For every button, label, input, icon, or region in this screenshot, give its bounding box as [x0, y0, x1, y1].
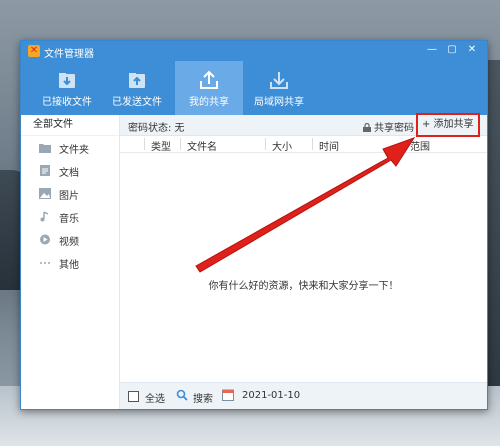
column-separator [144, 138, 145, 150]
tab-lan-share-label: 局域网共享 [254, 97, 304, 108]
tab-sent-files-label: 已发送文件 [112, 97, 162, 108]
search-icon[interactable] [176, 389, 188, 401]
column-time[interactable]: 时间 [319, 138, 339, 153]
sidebar-item-images[interactable]: 图片 [21, 182, 119, 205]
tab-received-files[interactable]: 已接收文件 [33, 61, 101, 115]
tab-received-files-label: 已接收文件 [42, 97, 92, 108]
sidebar-item-label: 音乐 [59, 214, 79, 225]
column-filename[interactable]: 文件名 [187, 138, 217, 153]
password-status: 密码状态: 无 [128, 123, 185, 134]
sidebar-item-label: 视频 [59, 237, 79, 248]
app-logo-icon: ✕ [28, 45, 40, 57]
share-password-button[interactable]: 共享密码 [363, 119, 414, 134]
tab-my-share-label: 我的共享 [189, 97, 229, 108]
search-button[interactable]: 搜索 [193, 390, 213, 405]
sidebar-item-all-files[interactable]: 全部文件 [21, 115, 119, 136]
sidebar-item-music[interactable]: 音乐 [21, 205, 119, 228]
share-password-label: 共享密码 [374, 123, 414, 134]
share-upload-icon [200, 70, 218, 89]
sidebar-item-label: 图片 [59, 191, 79, 202]
minimize-button[interactable]: — [423, 43, 441, 57]
share-header-bar: 密码状态: 无 共享密码 + 添加共享 [120, 113, 487, 137]
lan-download-icon [270, 72, 288, 89]
select-all-checkbox[interactable] [128, 391, 139, 402]
title-bar: ✕ 文件管理器 — ▢ ✕ [21, 41, 487, 61]
calendar-icon[interactable] [222, 388, 234, 401]
window-title: 文件管理器 [44, 49, 94, 60]
video-icon [40, 234, 50, 245]
sidebar-item-label: 其他 [59, 260, 79, 271]
add-share-button[interactable]: + 添加共享 [416, 113, 480, 137]
folder-upload-icon [129, 73, 145, 88]
maximize-button[interactable]: ▢ [443, 43, 461, 57]
document-icon [40, 165, 50, 176]
column-type[interactable]: 类型 [151, 138, 171, 153]
folder-icon [39, 144, 51, 153]
sidebar-item-video[interactable]: 视频 [21, 228, 119, 251]
main-panel: 密码状态: 无 共享密码 + 添加共享 类型 文件名 大小 时间 范围 你有什么… [120, 113, 487, 409]
sidebar-item-folders[interactable]: 文件夹 [21, 136, 119, 159]
column-separator [265, 138, 266, 150]
more-icon [40, 262, 50, 264]
empty-state-message: 你有什么好的资源，快来和大家分享一下！ [208, 281, 399, 292]
file-list-header: 类型 文件名 大小 时间 范围 [120, 136, 487, 153]
music-icon [40, 211, 49, 222]
sidebar-item-other[interactable]: 其他 [21, 251, 119, 274]
sidebar: 全部文件 文件夹 文档 图片 音乐 视频 其他 [21, 115, 120, 409]
file-manager-window: ✕ 文件管理器 — ▢ ✕ 已接收文件 已发送文件 我的共享 局域网共享 全部文… [20, 40, 488, 410]
bottom-bar: 全选 搜索 2021-01-10 [120, 382, 487, 409]
lock-icon [363, 123, 371, 132]
tab-lan-share[interactable]: 局域网共享 [245, 61, 313, 115]
tab-sent-files[interactable]: 已发送文件 [103, 61, 171, 115]
inbox-download-icon [59, 73, 75, 88]
column-separator [180, 138, 181, 150]
column-scope[interactable]: 范围 [410, 138, 430, 153]
date-filter[interactable]: 2021-01-10 [242, 390, 300, 401]
column-separator [312, 138, 313, 150]
column-size[interactable]: 大小 [272, 138, 292, 153]
sidebar-item-label: 文档 [59, 168, 79, 179]
sidebar-item-documents[interactable]: 文档 [21, 159, 119, 182]
select-all-label[interactable]: 全选 [145, 390, 165, 405]
toolbar: 已接收文件 已发送文件 我的共享 局域网共享 [21, 61, 487, 115]
tab-my-share[interactable]: 我的共享 [175, 61, 243, 115]
close-button[interactable]: ✕ [463, 43, 481, 57]
image-icon [39, 188, 51, 199]
sidebar-item-label: 文件夹 [59, 145, 89, 156]
